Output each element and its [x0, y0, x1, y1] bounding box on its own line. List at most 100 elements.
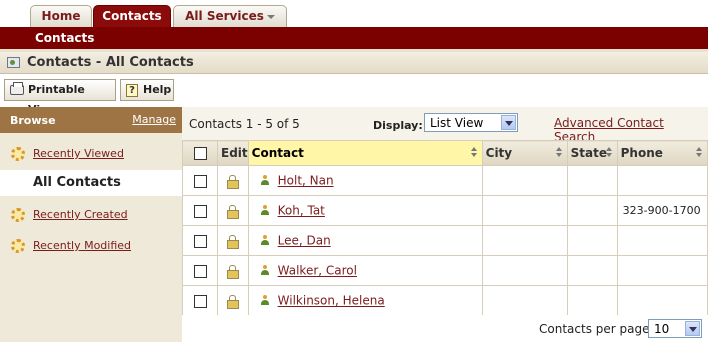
city-cell: [481, 285, 568, 316]
subnav-contacts-link[interactable]: Contacts: [35, 31, 94, 45]
help-icon: ?: [126, 84, 138, 97]
select-all-header: [182, 140, 218, 166]
browse-title: Browse: [10, 114, 56, 127]
state-cell: [566, 255, 618, 286]
sort-icon[interactable]: [470, 147, 478, 159]
contacts-card-icon: [7, 57, 20, 68]
contact-name-link[interactable]: Walker, Carol: [278, 264, 357, 278]
gear-icon: [11, 208, 25, 222]
table-row: Koh, Tat 323-900-1700: [182, 195, 708, 226]
lock-icon: [227, 265, 240, 279]
state-cell: [566, 165, 618, 196]
page-title-bar: Contacts - All Contacts: [0, 52, 708, 74]
contact-name-link[interactable]: Wilkinson, Helena: [278, 294, 385, 308]
column-header-label: State: [570, 146, 607, 160]
column-header-label: Phone: [620, 146, 663, 160]
row-checkbox[interactable]: [193, 174, 207, 188]
lock-icon: [227, 175, 240, 189]
phone-cell: [616, 165, 708, 196]
contacts-table: Edit Contact City State Phone Holt, Nan: [182, 140, 708, 316]
state-cell: [566, 225, 618, 256]
person-icon: [260, 265, 270, 276]
sidebar: Browse Manage Recently Viewed All Contac…: [0, 107, 182, 342]
person-icon: [260, 295, 270, 306]
person-icon: [260, 205, 270, 216]
table-row: Wilkinson, Helena: [182, 285, 708, 316]
browse-header: Browse Manage: [0, 107, 182, 133]
phone-cell: 323-900-1700: [616, 195, 708, 226]
column-header-edit: Edit: [217, 140, 249, 166]
toolbar: Printable View ? Help: [0, 75, 708, 116]
contact-name-link[interactable]: Lee, Dan: [278, 234, 331, 248]
row-checkbox[interactable]: [193, 204, 207, 218]
lock-icon: [227, 295, 240, 309]
lock-icon: [227, 235, 240, 249]
list-header: Contacts 1 - 5 of 5 Display: List View A…: [182, 107, 708, 144]
top-tab-bar: Home Contacts All Services: [0, 0, 708, 27]
phone-cell: [616, 255, 708, 286]
sidebar-item-recently-modified[interactable]: Recently Modified: [0, 232, 182, 258]
tab-contacts[interactable]: Contacts: [93, 5, 171, 27]
table-header-row: Edit Contact City State Phone: [182, 140, 708, 166]
printable-view-button[interactable]: Printable View: [4, 79, 116, 116]
tab-all-services[interactable]: All Services: [173, 5, 287, 27]
sidebar-item-label[interactable]: Recently Created: [33, 208, 128, 221]
sub-navigation: Contacts: [0, 27, 708, 49]
sidebar-item-label[interactable]: Recently Modified: [33, 239, 131, 252]
display-select[interactable]: List View: [424, 113, 518, 132]
column-header-state[interactable]: State: [566, 140, 618, 166]
contact-name-link[interactable]: Koh, Tat: [278, 204, 325, 218]
sidebar-item-all-contacts[interactable]: All Contacts: [0, 170, 182, 196]
display-select-value: List View: [430, 116, 484, 130]
sort-icon[interactable]: [696, 147, 703, 159]
sidebar-item-label: All Contacts: [33, 175, 121, 190]
lock-icon: [227, 205, 240, 219]
list-footer: Contacts per page 10: [182, 315, 708, 342]
sidebar-item-label[interactable]: Recently Viewed: [33, 147, 124, 160]
gear-icon: [11, 147, 25, 161]
sidebar-item-recently-created[interactable]: Recently Created: [0, 201, 182, 227]
sort-icon[interactable]: [605, 147, 613, 159]
contacts-list-panel: Contacts 1 - 5 of 5 Display: List View A…: [182, 107, 708, 342]
row-checkbox[interactable]: [193, 264, 207, 278]
city-cell: [481, 195, 568, 226]
row-checkbox[interactable]: [193, 294, 207, 308]
chevron-down-icon: [266, 14, 275, 19]
phone-cell: [616, 225, 708, 256]
sidebar-item-recently-viewed[interactable]: Recently Viewed: [0, 140, 182, 166]
chevron-down-icon[interactable]: [501, 115, 516, 130]
table-row: Holt, Nan: [182, 165, 708, 196]
row-checkbox[interactable]: [193, 234, 207, 248]
select-all-checkbox[interactable]: [193, 147, 207, 160]
sort-icon[interactable]: [555, 147, 563, 159]
per-page-select[interactable]: 10: [648, 319, 702, 338]
help-label: Help: [143, 83, 172, 96]
table-row: Walker, Carol: [182, 255, 708, 286]
column-header-contact[interactable]: Contact: [247, 140, 483, 166]
record-count: Contacts 1 - 5 of 5: [189, 117, 300, 131]
column-header-label: City: [485, 146, 513, 160]
phone-cell: [616, 285, 708, 316]
column-header-city[interactable]: City: [481, 140, 568, 166]
table-row: Lee, Dan: [182, 225, 708, 256]
display-label: Display:: [373, 119, 423, 132]
city-cell: [481, 165, 568, 196]
per-page-label: Contacts per page: [539, 322, 650, 336]
state-cell: [566, 195, 618, 226]
city-cell: [481, 225, 568, 256]
contact-name-link[interactable]: Holt, Nan: [278, 174, 334, 188]
column-header-phone[interactable]: Phone: [616, 140, 708, 166]
chevron-down-icon[interactable]: [685, 321, 700, 336]
city-cell: [481, 255, 568, 286]
state-cell: [566, 285, 618, 316]
tab-all-services-label: All Services: [185, 9, 264, 23]
page-title: Contacts - All Contacts: [27, 55, 194, 70]
help-button[interactable]: ? Help: [120, 79, 174, 101]
column-header-label: Contact: [251, 146, 304, 160]
manage-link[interactable]: Manage: [132, 113, 176, 126]
printer-icon: [10, 82, 24, 95]
per-page-value: 10: [654, 322, 670, 336]
gear-icon: [11, 239, 25, 253]
tab-home[interactable]: Home: [30, 5, 92, 27]
person-icon: [260, 235, 270, 246]
